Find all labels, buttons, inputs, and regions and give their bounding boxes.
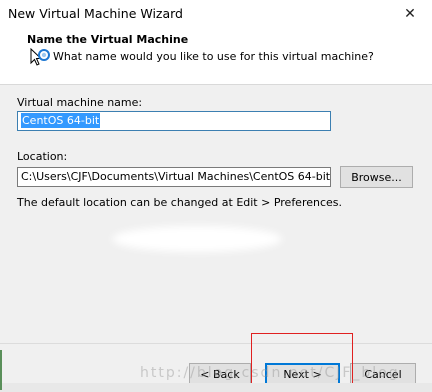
wizard-window: New Virtual Machine Wizard ✕ Name the Vi… — [0, 0, 432, 392]
watermark-text: http://blog.csdn.net/CJF_blog — [140, 365, 400, 381]
close-icon: ✕ — [404, 6, 416, 22]
page-subtitle: What name would you like to use for this… — [53, 50, 374, 63]
busy-cursor-icon — [30, 48, 50, 66]
close-button[interactable]: ✕ — [388, 0, 432, 28]
location-label: Location: — [17, 150, 68, 163]
window-edge — [0, 350, 2, 390]
default-location-hint: The default location can be changed at E… — [17, 196, 343, 209]
browse-button[interactable]: Browse... — [340, 166, 413, 188]
wizard-header: Name the Virtual Machine What name would… — [0, 28, 432, 85]
page-title: Name the Virtual Machine — [27, 33, 189, 46]
bottom-strip — [0, 383, 432, 392]
vm-name-input[interactable]: CentOS 64-bit — [17, 111, 331, 131]
location-input[interactable]: C:\Users\CJF\Documents\Virtual Machines\… — [17, 167, 331, 187]
footer-divider — [0, 343, 432, 344]
window-title: New Virtual Machine Wizard — [8, 6, 183, 21]
redacted-area — [112, 226, 282, 252]
vm-name-label: Virtual machine name: — [17, 96, 143, 109]
title-bar: New Virtual Machine Wizard ✕ — [0, 0, 432, 29]
vm-name-value: CentOS 64-bit — [21, 113, 101, 128]
